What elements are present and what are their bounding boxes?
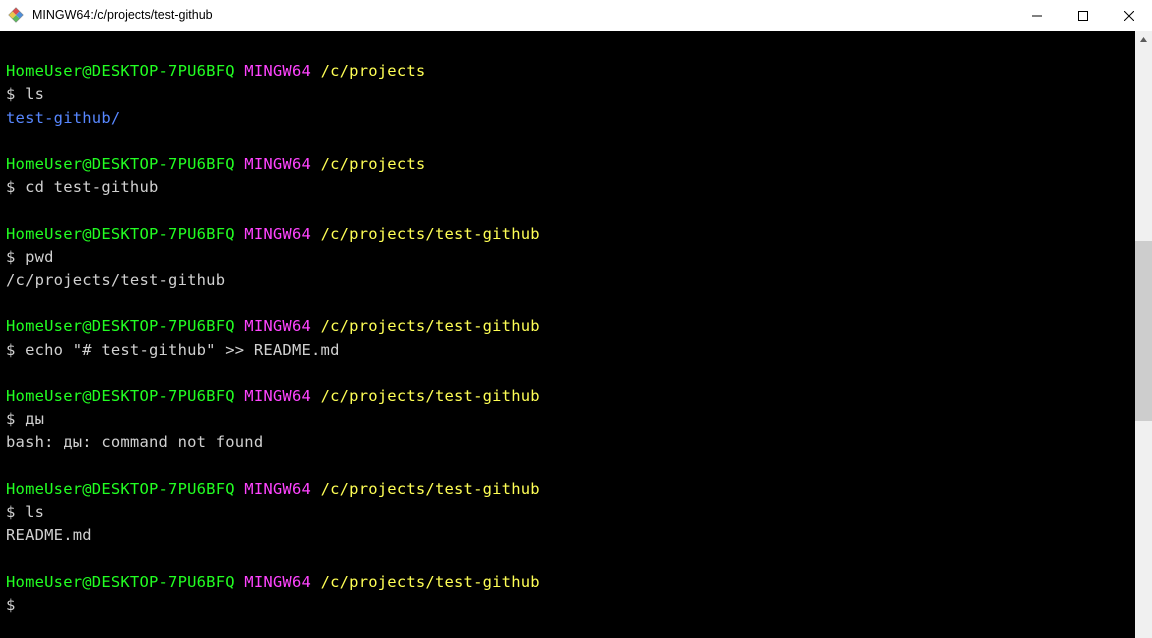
terminal-container: HomeUser@DESKTOP-7PU6BFQ MINGW64 /c/proj…: [0, 31, 1152, 638]
prompt-path: /c/projects/test-github: [321, 317, 540, 335]
prompt-sys: MINGW64: [244, 62, 320, 80]
window-titlebar: MINGW64:/c/projects/test-github: [0, 0, 1152, 31]
prompt-sys: MINGW64: [244, 225, 320, 243]
output-line: bash: ды: command not found: [6, 431, 1129, 454]
blank-line: [6, 547, 1129, 570]
blank-line: [6, 292, 1129, 315]
prompt-path: /c/projects/test-github: [321, 225, 540, 243]
blank-line: [6, 362, 1129, 385]
prompt-sys: MINGW64: [244, 480, 320, 498]
window-title: MINGW64:/c/projects/test-github: [32, 8, 1014, 22]
prompt-sys: MINGW64: [244, 155, 320, 173]
output-line: test-github/: [6, 107, 1129, 130]
prompt-user-host: HomeUser@DESKTOP-7PU6BFQ: [6, 317, 244, 335]
prompt-sys: MINGW64: [244, 387, 320, 405]
scrollbar-thumb[interactable]: [1135, 241, 1152, 421]
blank-line: [6, 199, 1129, 222]
command-line: $: [6, 594, 1129, 617]
prompt-sys: MINGW64: [244, 573, 320, 591]
command-line: $ ls: [6, 501, 1129, 524]
terminal-output[interactable]: HomeUser@DESKTOP-7PU6BFQ MINGW64 /c/proj…: [0, 31, 1135, 638]
output-line: README.md: [6, 524, 1129, 547]
prompt-user-host: HomeUser@DESKTOP-7PU6BFQ: [6, 480, 244, 498]
prompt-line: HomeUser@DESKTOP-7PU6BFQ MINGW64 /c/proj…: [6, 385, 1129, 408]
prompt-user-host: HomeUser@DESKTOP-7PU6BFQ: [6, 225, 244, 243]
close-button[interactable]: [1106, 0, 1152, 31]
blank-line: [6, 455, 1129, 478]
prompt-line: HomeUser@DESKTOP-7PU6BFQ MINGW64 /c/proj…: [6, 60, 1129, 83]
command-line: $ pwd: [6, 246, 1129, 269]
command-line: $ ды: [6, 408, 1129, 431]
prompt-path: /c/projects/test-github: [321, 573, 540, 591]
command-line: $ echo "# test-github" >> README.md: [6, 339, 1129, 362]
prompt-path: /c/projects: [321, 155, 426, 173]
command-line: $ cd test-github: [6, 176, 1129, 199]
prompt-sys: MINGW64: [244, 317, 320, 335]
prompt-line: HomeUser@DESKTOP-7PU6BFQ MINGW64 /c/proj…: [6, 315, 1129, 338]
blank-line: [6, 37, 1129, 60]
prompt-path: /c/projects: [321, 62, 426, 80]
prompt-line: HomeUser@DESKTOP-7PU6BFQ MINGW64 /c/proj…: [6, 571, 1129, 594]
blank-line: [6, 130, 1129, 153]
prompt-user-host: HomeUser@DESKTOP-7PU6BFQ: [6, 62, 244, 80]
command-line: $ ls: [6, 83, 1129, 106]
app-icon: [8, 7, 24, 23]
prompt-path: /c/projects/test-github: [321, 480, 540, 498]
prompt-line: HomeUser@DESKTOP-7PU6BFQ MINGW64 /c/proj…: [6, 153, 1129, 176]
prompt-line: HomeUser@DESKTOP-7PU6BFQ MINGW64 /c/proj…: [6, 478, 1129, 501]
prompt-user-host: HomeUser@DESKTOP-7PU6BFQ: [6, 155, 244, 173]
prompt-line: HomeUser@DESKTOP-7PU6BFQ MINGW64 /c/proj…: [6, 223, 1129, 246]
prompt-user-host: HomeUser@DESKTOP-7PU6BFQ: [6, 573, 244, 591]
window-controls: [1014, 0, 1152, 30]
maximize-button[interactable]: [1060, 0, 1106, 31]
vertical-scrollbar[interactable]: [1135, 31, 1152, 638]
prompt-path: /c/projects/test-github: [321, 387, 540, 405]
minimize-button[interactable]: [1014, 0, 1060, 31]
scroll-up-arrow-icon[interactable]: [1135, 31, 1152, 48]
prompt-user-host: HomeUser@DESKTOP-7PU6BFQ: [6, 387, 244, 405]
output-line: /c/projects/test-github: [6, 269, 1129, 292]
